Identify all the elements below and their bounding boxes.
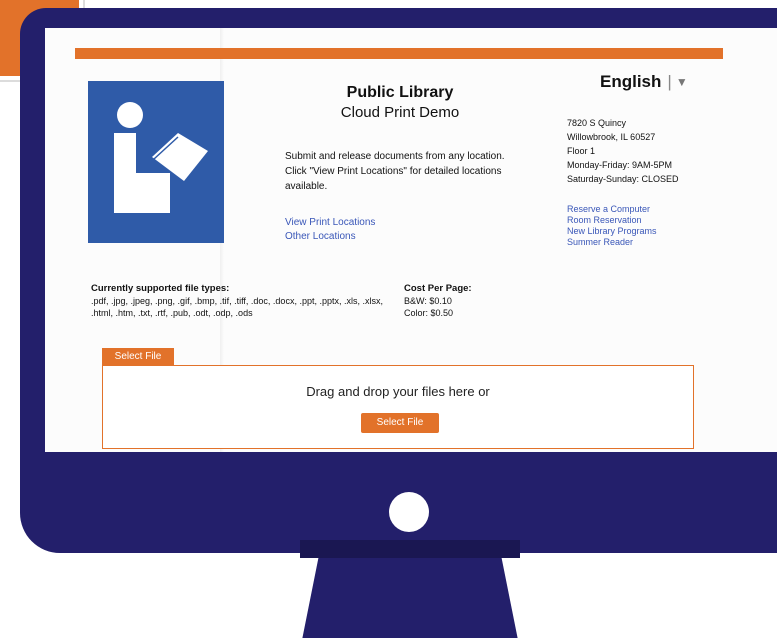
dropzone-text: Drag and drop your files here or: [306, 384, 490, 399]
file-types-heading: Currently supported file types:: [91, 283, 230, 294]
new-library-programs-link[interactable]: New Library Programs: [567, 226, 657, 237]
page-title: Public Library: [346, 84, 454, 101]
language-selector[interactable]: English | ▼: [600, 72, 688, 92]
chevron-down-icon[interactable]: ▼: [676, 75, 688, 89]
library-service-links: Reserve a Computer Room Reservation New …: [567, 204, 657, 248]
power-button-icon: [389, 492, 429, 532]
hours-weekend: Saturday-Sunday: CLOSED: [567, 174, 679, 184]
library-address: 7820 S Quincy Willowbrook, IL 60527 Floo…: [567, 116, 679, 186]
select-file-tab[interactable]: Select File: [102, 348, 174, 366]
select-file-button[interactable]: Select File: [361, 413, 439, 433]
reserve-computer-link[interactable]: Reserve a Computer: [567, 204, 657, 215]
room-reservation-link[interactable]: Room Reservation: [567, 215, 657, 226]
summer-reader-link[interactable]: Summer Reader: [567, 237, 657, 248]
reader-with-book-icon: [114, 102, 208, 213]
language-separator: |: [667, 72, 672, 91]
view-print-locations-link[interactable]: View Print Locations: [285, 216, 375, 230]
address-city: Willowbrook, IL 60527: [567, 132, 656, 142]
illustration: Public Library Cloud Print Demo Submit a…: [0, 0, 777, 638]
header-accent-bar: [75, 48, 723, 59]
monitor-screen: Public Library Cloud Print Demo Submit a…: [45, 28, 777, 452]
page-subtitle: Cloud Print Demo: [340, 104, 460, 121]
file-dropzone[interactable]: Drag and drop your files here or Select …: [102, 365, 694, 449]
cost-bw: B&W: $0.10: [404, 296, 452, 306]
address-floor: Floor 1: [567, 146, 596, 156]
hours-weekday: Monday-Friday: 9AM-5PM: [567, 160, 673, 170]
location-links: View Print Locations Other Locations: [285, 216, 375, 244]
description-line-1: Submit and release documents from any lo…: [285, 151, 505, 162]
language-label: English: [600, 72, 662, 91]
monitor-stand-shadow: [300, 540, 520, 558]
file-types-list: .pdf, .jpg, .jpeg, .png, .gif, .bmp, .ti…: [91, 296, 383, 318]
description-line-2: Click "View Print Locations" for detaile…: [285, 166, 502, 192]
other-locations-link[interactable]: Other Locations: [285, 230, 375, 244]
cost-heading: Cost Per Page:: [404, 283, 472, 294]
cost-color: Color: $0.50: [404, 308, 454, 318]
cost-per-page: Cost Per Page: B&W: $0.10 Color: $0.50: [404, 283, 472, 319]
title-block: Public Library Cloud Print Demo: [305, 83, 495, 123]
address-street: 7820 S Quincy: [567, 118, 627, 128]
library-logo: [88, 81, 224, 243]
supported-file-types: Currently supported file types: .pdf, .j…: [91, 283, 391, 319]
description: Submit and release documents from any lo…: [285, 149, 530, 194]
